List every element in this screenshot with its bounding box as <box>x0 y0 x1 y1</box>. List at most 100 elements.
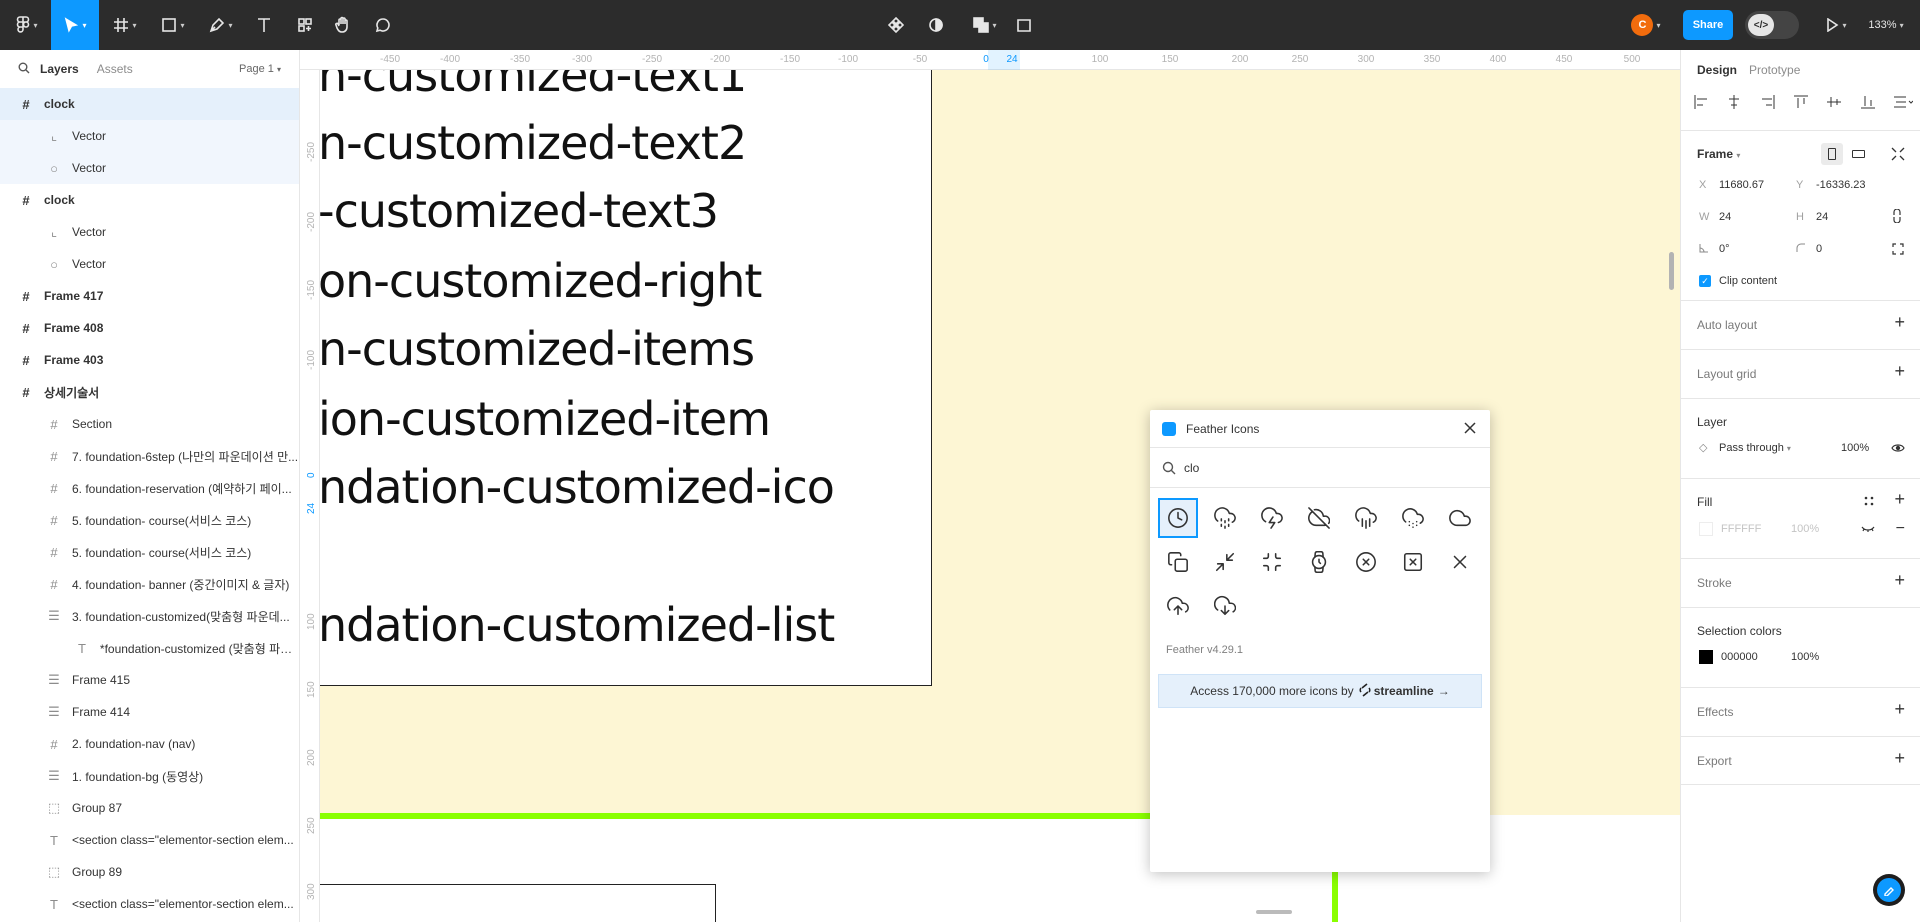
layer-row[interactable]: #2. foundation-nav (nav) <box>0 728 299 760</box>
create-component-button[interactable] <box>880 0 912 50</box>
streamline-promo-banner[interactable]: Access 170,000 more icons by streamline … <box>1158 674 1482 708</box>
layer-opacity-field[interactable]: 100% <box>1841 442 1869 454</box>
layer-row[interactable]: # Frame 408 <box>0 312 299 344</box>
icon-option-copy[interactable] <box>1158 542 1198 582</box>
fill-swatch[interactable] <box>1699 522 1713 536</box>
icon-option-watch[interactable] <box>1299 542 1339 582</box>
hidden-eye-icon[interactable] <box>1861 525 1875 533</box>
icon-option-x[interactable] <box>1440 542 1480 582</box>
page-selector[interactable]: Page 1 ▾ <box>239 63 281 75</box>
crop-button[interactable] <box>1008 0 1040 50</box>
icon-option-x-circle[interactable] <box>1346 542 1386 582</box>
blend-mode-dropdown[interactable]: Pass through ▾ <box>1719 442 1791 454</box>
icon-option-minimize[interactable] <box>1252 542 1292 582</box>
icon-option-clock[interactable] <box>1158 498 1198 538</box>
search-input[interactable] <box>1184 456 1474 480</box>
selection-color-opacity[interactable]: 100% <box>1791 651 1819 663</box>
resize-to-fit-icon[interactable] <box>1891 147 1905 161</box>
tab-prototype[interactable]: Prototype <box>1749 63 1800 77</box>
layer-row[interactable]: T <section class="elementor-section elem.… <box>0 824 299 856</box>
present-button[interactable]: ▾ <box>1816 0 1856 50</box>
frame-tool-button[interactable]: ▾ <box>104 0 146 50</box>
layer-row[interactable]: # 상세기술서 <box>0 376 299 408</box>
add-stroke-icon[interactable]: + <box>1894 570 1905 591</box>
close-icon[interactable] <box>1462 420 1478 439</box>
constrain-proportions-icon[interactable] <box>1891 209 1903 223</box>
layer-row[interactable]: # Frame 417 <box>0 280 299 312</box>
add-auto-layout-icon[interactable]: + <box>1894 312 1905 333</box>
layer-row[interactable]: T *foundation-customized (맞춤형 파운... <box>0 632 299 664</box>
icon-option-minimize-2[interactable] <box>1205 542 1245 582</box>
layer-row[interactable]: ☰ Frame 415 <box>0 664 299 696</box>
icon-option-cloud-lightning[interactable] <box>1252 498 1292 538</box>
landscape-toggle-icon[interactable] <box>1847 143 1869 165</box>
layer-row[interactable]: ○ Vector <box>0 248 299 280</box>
add-export-icon[interactable]: + <box>1894 748 1905 769</box>
canvas-text-line[interactable]: n-customized-items <box>320 322 755 376</box>
layer-row[interactable]: #5. foundation- course(서비스 코스) <box>0 536 299 568</box>
resources-button[interactable] <box>289 0 321 50</box>
rotation-field[interactable]: 0° <box>1719 243 1730 255</box>
scroll-indicator[interactable] <box>1256 910 1292 914</box>
canvas-text-line[interactable]: ndation-customized-ico <box>320 460 835 514</box>
icon-option-x-square[interactable] <box>1393 542 1433 582</box>
align-center-horizontal-icon[interactable] <box>1726 94 1742 110</box>
icon-option-cloud-drizzle[interactable] <box>1205 498 1245 538</box>
layer-row[interactable]: #6. foundation-reservation (예약하기 페이... <box>0 472 299 504</box>
help-button[interactable] <box>1873 874 1905 906</box>
frame-type-dropdown[interactable]: Frame ▾ <box>1697 147 1740 161</box>
layer-row[interactable]: # clock <box>0 184 299 216</box>
shape-tool-button[interactable]: ▾ <box>152 0 194 50</box>
mask-button[interactable] <box>920 0 952 50</box>
text-tool-button[interactable] <box>248 0 280 50</box>
canvas-text-line[interactable]: n-customized-text2 <box>320 116 747 170</box>
props-scrollbar[interactable] <box>1669 252 1674 290</box>
layer-row[interactable]: ⌞ Vector <box>0 216 299 248</box>
layer-row[interactable]: #4. foundation- banner (중간이미지 & 글자) <box>0 568 299 600</box>
layer-row[interactable]: # clock <box>0 88 299 120</box>
portrait-toggle-icon[interactable] <box>1821 143 1843 165</box>
canvas-text-line[interactable]: n-customized-text1 <box>320 70 747 102</box>
layer-row[interactable]: T <section class="elementor-section elem.… <box>0 888 299 920</box>
align-top-icon[interactable] <box>1793 94 1809 110</box>
distribute-icon[interactable] <box>1893 94 1913 110</box>
add-layout-grid-icon[interactable]: + <box>1894 361 1905 382</box>
align-center-vertical-icon[interactable] <box>1826 94 1842 110</box>
icon-option-cloud-rain[interactable] <box>1346 498 1386 538</box>
align-left-icon[interactable] <box>1693 94 1709 110</box>
eye-icon[interactable] <box>1891 443 1905 453</box>
selection-color-hex[interactable]: 000000 <box>1721 651 1758 663</box>
share-button[interactable]: Share <box>1683 10 1733 40</box>
independent-corners-icon[interactable] <box>1892 243 1904 255</box>
layer-row[interactable]: ⬚ Group 87 <box>0 792 299 824</box>
align-right-icon[interactable] <box>1760 94 1776 110</box>
layer-row[interactable]: ⌞ Vector <box>0 120 299 152</box>
x-field[interactable]: 11680.67 <box>1719 179 1764 191</box>
style-grid-icon[interactable] <box>1863 495 1875 507</box>
search-layers-icon[interactable] <box>18 62 30 77</box>
layer-row[interactable]: ☰ 3. foundation-customized(맞춤형 파운데... <box>0 600 299 632</box>
h-field[interactable]: 24 <box>1816 211 1828 223</box>
boolean-button[interactable]: ▾ <box>964 0 1006 50</box>
icon-option-cloud[interactable] <box>1440 498 1480 538</box>
fill-hex-field[interactable]: FFFFFF <box>1721 523 1761 535</box>
fill-opacity-field[interactable]: 100% <box>1791 523 1819 535</box>
layer-row[interactable]: # Section <box>0 408 299 440</box>
canvas[interactable]: n-customized-text1 n-customized-text2 -cus… <box>320 70 1680 922</box>
icon-option-cloud-off[interactable] <box>1299 498 1339 538</box>
layer-row[interactable]: ⬚ Group 89 <box>0 856 299 888</box>
tab-layers[interactable]: Layers <box>40 62 79 76</box>
corner-radius-field[interactable]: 0 <box>1816 243 1822 255</box>
collaborator-avatar[interactable]: C ▾ <box>1626 0 1666 50</box>
icon-option-download-cloud[interactable] <box>1205 586 1245 626</box>
canvas-text-line[interactable]: on-customized-right <box>320 254 762 308</box>
add-fill-icon[interactable]: + <box>1894 489 1905 510</box>
move-tool-button[interactable]: ▾ <box>51 0 99 50</box>
layer-row[interactable]: ☰ Frame 414 <box>0 696 299 728</box>
canvas-text-line[interactable]: ion-customized-item <box>320 392 771 446</box>
main-menu-button[interactable]: ▾ <box>8 0 46 50</box>
selection-color-swatch[interactable] <box>1699 650 1713 664</box>
layer-row[interactable]: # Frame 403 <box>0 344 299 376</box>
clip-content-checkbox[interactable]: ✓ <box>1699 275 1711 287</box>
layer-row[interactable]: ○ Vector <box>0 152 299 184</box>
